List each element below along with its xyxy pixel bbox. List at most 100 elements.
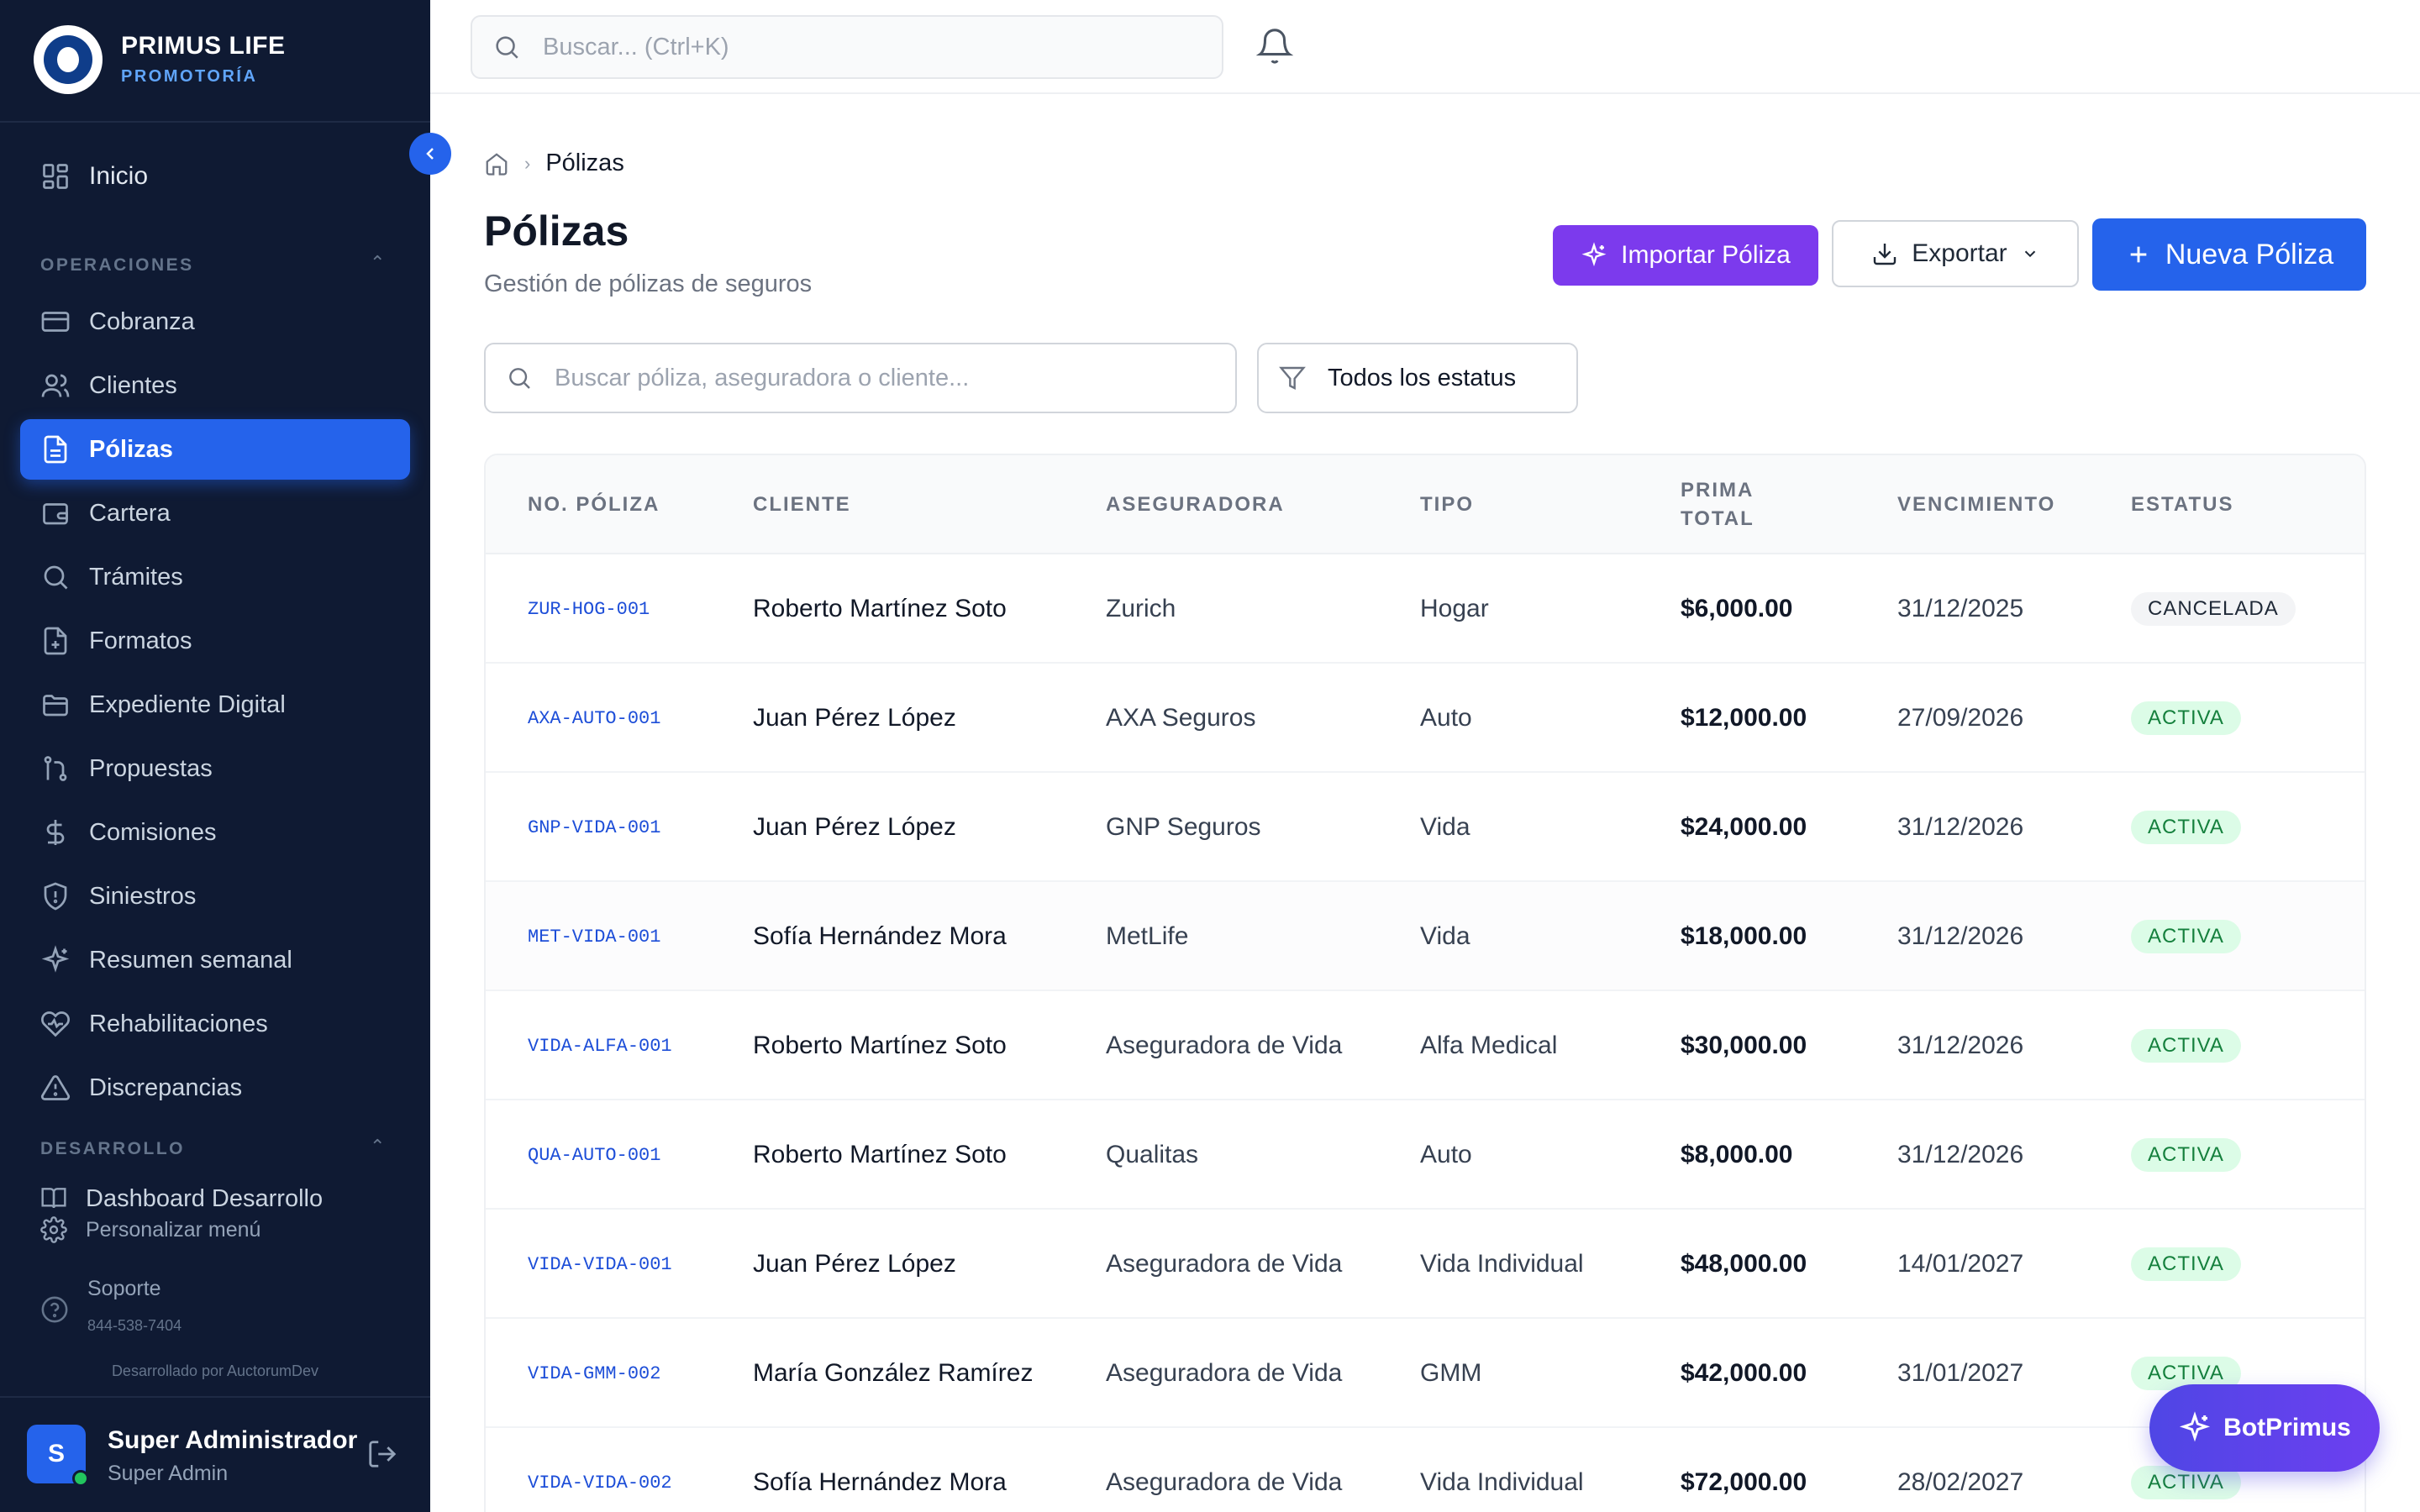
cell-prima: $42,000.00 (1681, 1359, 1807, 1387)
column-header-estatus[interactable]: ESTATUS (2131, 455, 2233, 554)
cell-prima: $6,000.00 (1681, 595, 1793, 622)
cell-estatus: ACTIVA (2131, 991, 2241, 1100)
global-search[interactable] (471, 15, 1223, 79)
cell-cliente: María González Ramírez (753, 1359, 1034, 1387)
export-label: Exportar (1912, 239, 2007, 267)
sidebar-item-polizas[interactable]: Pólizas (20, 419, 410, 480)
cell-aseguradora: Aseguradora de Vida (1106, 1250, 1343, 1278)
user-role: Super Admin (108, 1462, 229, 1485)
heart-icon (40, 1009, 71, 1039)
cell-cliente: Roberto Martínez Soto (753, 1141, 1007, 1168)
table-row[interactable]: AXA-AUTO-001 Juan Pérez López AXA Seguros A… (486, 664, 2365, 773)
cell-vencimiento: 31/12/2026 (1897, 1141, 2024, 1168)
logout-icon[interactable] (366, 1438, 398, 1470)
brand-name: PRIMUS LIFE (121, 32, 286, 60)
table-row[interactable]: QUA-AUTO-001 Roberto Martínez Soto Qualita… (486, 1100, 2365, 1210)
chevron-up-icon[interactable]: ⌃ (370, 252, 385, 274)
cell-poliza[interactable]: VIDA-VIDA-002 (528, 1428, 672, 1512)
page-subtitle: Gestión de pólizas de seguros (484, 270, 813, 297)
section-label-desarrollo: DESARROLLO (40, 1139, 185, 1158)
table-row[interactable]: VIDA-VIDA-002 Sofía Hernández Mora Asegura… (486, 1428, 2365, 1512)
page-title: Pólizas (484, 207, 629, 255)
cell-tipo: Auto (1420, 1141, 1472, 1168)
sidebar-item-resumen-semanal[interactable]: Resumen semanal (20, 930, 410, 990)
grid-icon (40, 161, 71, 192)
bell-icon[interactable] (1255, 27, 1294, 66)
import-policy-button[interactable]: Importar Póliza (1553, 225, 1818, 286)
botprimus-button[interactable]: BotPrimus (2149, 1384, 2380, 1472)
git-branch-icon (40, 753, 71, 784)
cell-poliza[interactable]: QUA-AUTO-001 (528, 1100, 660, 1210)
collapse-sidebar-button[interactable] (409, 133, 451, 175)
sidebar-item-siniestros[interactable]: Siniestros (20, 866, 410, 927)
developed-by: Desarrollado por AuctorumDev (111, 1362, 319, 1379)
cell-aseguradora: MetLife (1106, 922, 1189, 950)
sidebar-item-clientes[interactable]: Clientes (20, 355, 410, 416)
sidebar-item-cobranza[interactable]: Cobranza (20, 291, 410, 352)
cell-cliente: Roberto Martínez Soto (753, 595, 1007, 622)
sidebar-item-label: Expediente Digital (89, 690, 286, 718)
column-header-cliente[interactable]: CLIENTE (753, 455, 851, 554)
search-icon (492, 33, 521, 61)
table-row[interactable]: MET-VIDA-001 Sofía Hernández Mora MetLife V… (486, 882, 2365, 991)
new-policy-button[interactable]: Nueva Póliza (2092, 218, 2366, 291)
cell-prima: $18,000.00 (1681, 922, 1807, 950)
table-row[interactable]: VIDA-ALFA-001 Roberto Martínez Soto Asegur… (486, 991, 2365, 1100)
status-filter-select[interactable]: Todos los estatus (1257, 343, 1578, 413)
table-row[interactable]: VIDA-GMM-002 María González Ramírez Asegur… (486, 1319, 2365, 1428)
cell-poliza[interactable]: VIDA-VIDA-001 (528, 1210, 672, 1319)
column-header-aseguradora[interactable]: ASEGURADORA (1106, 455, 1285, 554)
topbar (430, 0, 2420, 94)
table-row[interactable]: ZUR-HOG-001 Roberto Martínez Soto Zurich Ho… (486, 554, 2365, 664)
sidebar-item-dashboard-desarrollo[interactable]: Dashboard Desarrollo (40, 1184, 410, 1208)
policy-search-input[interactable] (555, 364, 1210, 392)
cell-vencimiento: 28/02/2027 (1897, 1468, 2024, 1496)
cell-poliza[interactable]: AXA-AUTO-001 (528, 664, 660, 773)
cell-poliza[interactable]: VIDA-ALFA-001 (528, 991, 672, 1100)
personalize-menu-link[interactable]: Personalizar menú (40, 1216, 260, 1243)
user-bar: S Super Administrador Super Admin (0, 1396, 430, 1512)
policy-search[interactable] (484, 343, 1237, 413)
folder-icon (40, 690, 71, 720)
cell-prima: $30,000.00 (1681, 1032, 1807, 1059)
sidebar-item-discrepancias[interactable]: Discrepancias (20, 1058, 410, 1118)
sidebar-item-rehabilitaciones[interactable]: Rehabilitaciones (20, 994, 410, 1054)
cell-poliza[interactable]: GNP-VIDA-001 (528, 773, 660, 882)
chevron-up-icon[interactable]: ⌃ (370, 1136, 385, 1158)
table-row[interactable]: GNP-VIDA-001 Juan Pérez López GNP Seguros V… (486, 773, 2365, 882)
sidebar-item-inicio[interactable]: Inicio (20, 146, 410, 207)
column-header-tipo[interactable]: TIPO (1420, 455, 1474, 554)
cell-aseguradora: Aseguradora de Vida (1106, 1359, 1343, 1387)
column-header-prima-total[interactable]: PRIMA TOTAL (1681, 455, 1781, 554)
sidebar-item-expediente-digital[interactable]: Expediente Digital (20, 675, 410, 735)
column-header-vencimiento[interactable]: VENCIMIENTO (1897, 455, 2055, 554)
warning-icon (40, 1073, 71, 1103)
table-row[interactable]: VIDA-VIDA-001 Juan Pérez López Aseguradora… (486, 1210, 2365, 1319)
cell-estatus: ACTIVA (2131, 773, 2241, 882)
document-icon (40, 434, 71, 465)
help-circle-icon (40, 1295, 69, 1324)
sidebar-item-label: Pólizas (89, 435, 173, 463)
sidebar-item-cartera[interactable]: Cartera (20, 483, 410, 543)
sidebar-item-label: Clientes (89, 371, 177, 399)
home-icon[interactable] (484, 151, 509, 176)
wallet-icon (40, 498, 71, 528)
cell-poliza[interactable]: VIDA-GMM-002 (528, 1319, 660, 1428)
cell-cliente: Roberto Martínez Soto (753, 1032, 1007, 1059)
sidebar-item-propuestas[interactable]: Propuestas (20, 738, 410, 799)
sidebar-item-label: Formatos (89, 627, 192, 654)
cell-prima: $48,000.00 (1681, 1250, 1807, 1278)
sidebar-item-label: Rehabilitaciones (89, 1010, 268, 1037)
cell-poliza[interactable]: MET-VIDA-001 (528, 882, 660, 991)
cell-poliza[interactable]: ZUR-HOG-001 (528, 554, 650, 664)
cell-estatus: CANCELADA (2131, 554, 2296, 664)
cell-vencimiento: 31/12/2026 (1897, 922, 2024, 950)
sidebar-item-comisiones[interactable]: Comisiones (20, 802, 410, 863)
column-header-poliza[interactable]: NO. PÓLIZA (528, 455, 660, 554)
global-search-input[interactable] (543, 33, 1181, 61)
sidebar-item-formatos[interactable]: Formatos (20, 611, 410, 671)
export-button[interactable]: Exportar (1832, 220, 2079, 287)
sidebar-item-tramites[interactable]: Trámites (20, 547, 410, 607)
sidebar-item-label: Comisiones (89, 818, 217, 846)
cell-cliente: Juan Pérez López (753, 704, 956, 732)
